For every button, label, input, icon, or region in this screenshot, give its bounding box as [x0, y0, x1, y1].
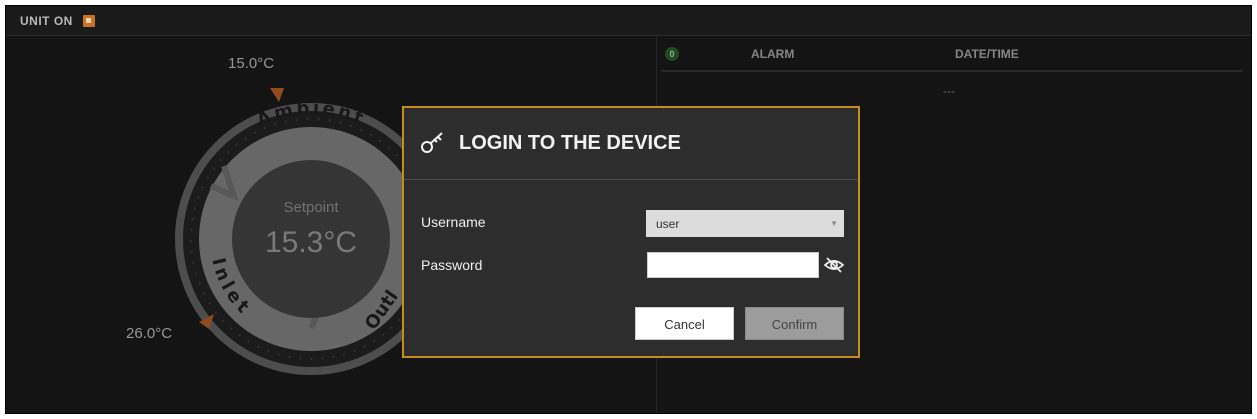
- key-icon: [421, 132, 443, 153]
- unit-status-text: UNIT ON: [20, 13, 73, 28]
- username-selected-value: user: [656, 217, 680, 231]
- password-label: Password: [421, 257, 483, 273]
- top-status-bar: UNIT ON: [6, 6, 1251, 36]
- confirm-button[interactable]: Confirm: [745, 307, 844, 340]
- dialog-header: LOGIN TO THE DEVICE: [404, 108, 858, 180]
- eye-slash-icon[interactable]: [823, 256, 845, 274]
- username-select[interactable]: user ▼: [646, 210, 844, 237]
- unit-status-icon[interactable]: [82, 14, 95, 27]
- chevron-down-icon: ▼: [830, 219, 838, 228]
- dialog-title: LOGIN TO THE DEVICE: [459, 132, 681, 154]
- login-dialog: LOGIN TO THE DEVICE Username user ▼ Pass…: [402, 106, 860, 358]
- password-input[interactable]: [647, 252, 819, 278]
- cancel-button[interactable]: Cancel: [635, 307, 734, 340]
- username-label: Username: [421, 214, 486, 230]
